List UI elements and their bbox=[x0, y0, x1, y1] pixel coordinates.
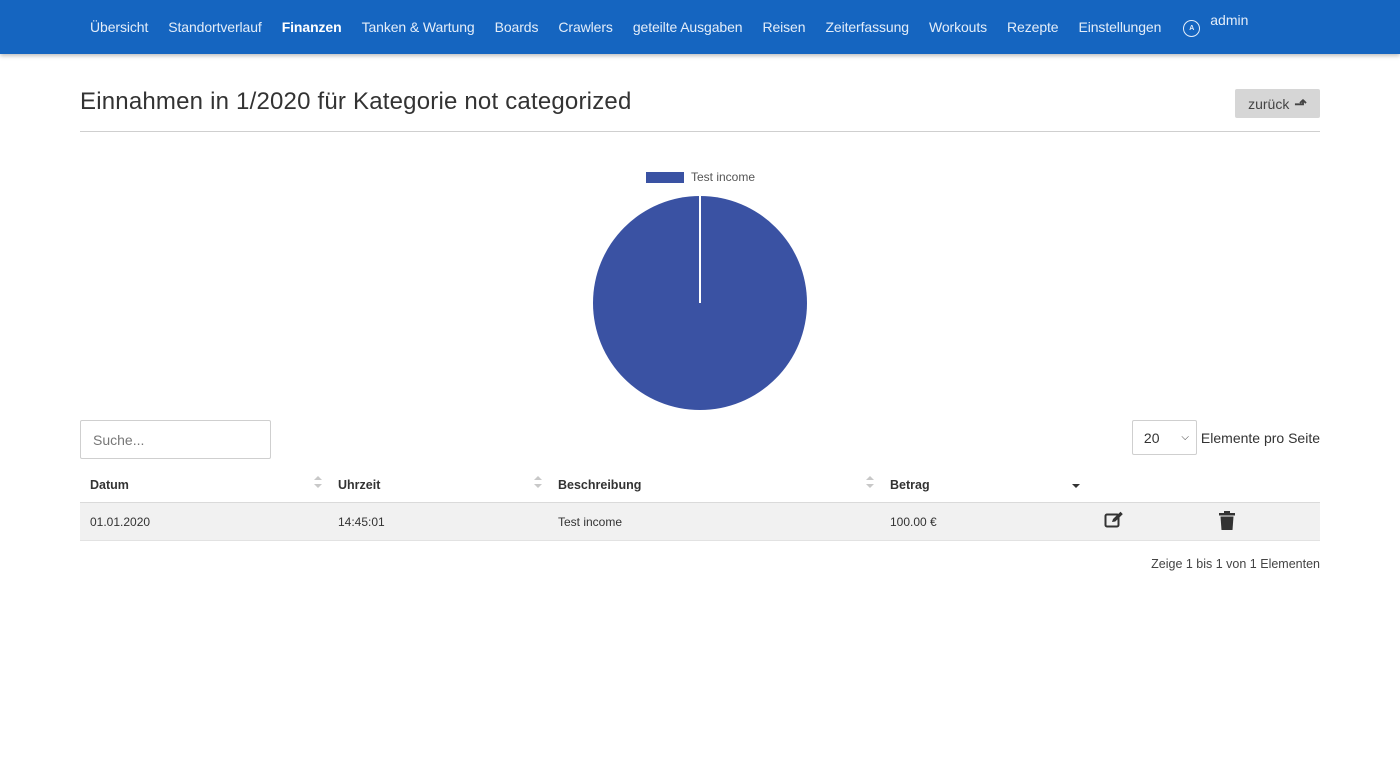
nav-item-uebersicht[interactable]: Übersicht bbox=[80, 19, 158, 35]
cell-beschreibung: Test income bbox=[548, 502, 880, 541]
title-divider bbox=[80, 131, 1320, 132]
nav-item-boards[interactable]: Boards bbox=[485, 19, 549, 35]
nav-item-zeiterfassung[interactable]: Zeiterfassung bbox=[815, 19, 919, 35]
nav-item-tanken-wartung[interactable]: Tanken & Wartung bbox=[352, 19, 485, 35]
page-size-select[interactable]: 20 ⌵ bbox=[1131, 420, 1197, 455]
table-header-row: Datum Uhrzeit Beschreibung Betrag bbox=[80, 467, 1320, 503]
edit-icon[interactable] bbox=[1104, 511, 1124, 532]
nav-item-workouts[interactable]: Workouts bbox=[919, 19, 997, 35]
income-table: Datum Uhrzeit Beschreibung Betrag 01.01.… bbox=[80, 467, 1320, 541]
column-header-uhrzeit[interactable]: Uhrzeit bbox=[328, 467, 548, 503]
column-header-label: Uhrzeit bbox=[338, 477, 381, 492]
pie-chart-svg bbox=[593, 196, 807, 410]
user-menu[interactable]: A admin bbox=[1171, 12, 1248, 37]
top-navbar: Übersicht Standortverlauf Finanzen Tanke… bbox=[0, 0, 1400, 54]
column-header-label: Betrag bbox=[890, 477, 930, 492]
nav-item-einstellungen[interactable]: Einstellungen bbox=[1069, 19, 1172, 35]
cell-betrag: 100.00 € bbox=[880, 502, 1086, 541]
column-header-beschreibung[interactable]: Beschreibung bbox=[548, 467, 880, 503]
nav-item-reisen[interactable]: Reisen bbox=[752, 19, 815, 35]
nav-item-rezepte[interactable]: Rezepte bbox=[997, 19, 1068, 35]
income-chart: Test income bbox=[580, 160, 820, 420]
chart-legend[interactable]: Test income bbox=[646, 170, 755, 184]
page-size-value: 20 bbox=[1143, 429, 1160, 446]
nav-item-crawlers[interactable]: Crawlers bbox=[548, 19, 622, 35]
column-header-delete bbox=[1203, 467, 1320, 503]
back-button[interactable]: zurück ⬏ bbox=[1235, 89, 1320, 118]
user-circle-icon: A bbox=[1183, 19, 1201, 37]
nav-item-standortverlauf[interactable]: Standortverlauf bbox=[158, 19, 271, 35]
page-title: Einnahmen in 1/2020 für Kategorie not ca… bbox=[80, 88, 632, 115]
sort-desc-icon bbox=[1072, 476, 1080, 492]
search-input[interactable] bbox=[80, 420, 271, 459]
sort-icon bbox=[534, 476, 542, 492]
user-name: admin bbox=[1210, 11, 1249, 28]
back-button-label: zurück bbox=[1248, 95, 1290, 112]
nav-item-finanzen[interactable]: Finanzen bbox=[272, 19, 352, 35]
trash-icon[interactable] bbox=[1219, 510, 1235, 533]
column-header-datum[interactable]: Datum bbox=[80, 467, 328, 503]
arrow-up-icon: ⬏ bbox=[1294, 95, 1307, 113]
sort-icon bbox=[866, 476, 874, 492]
legend-swatch bbox=[646, 171, 684, 183]
column-header-betrag[interactable]: Betrag bbox=[880, 467, 1086, 503]
column-header-label: Datum bbox=[90, 477, 129, 492]
page-size-control: 20 ⌵ Elemente pro Seite bbox=[1131, 420, 1320, 455]
page-size-label: Elemente pro Seite bbox=[1200, 429, 1320, 446]
cell-edit bbox=[1086, 502, 1203, 541]
pagination-info: Zeige 1 bis 1 von 1 Elementen bbox=[1151, 557, 1320, 571]
cell-delete bbox=[1203, 502, 1320, 541]
main-nav: Übersicht Standortverlauf Finanzen Tanke… bbox=[80, 0, 1248, 54]
column-header-label: Beschreibung bbox=[558, 477, 642, 492]
nav-item-geteilte-ausgaben[interactable]: geteilte Ausgaben bbox=[623, 19, 753, 35]
sort-icon bbox=[314, 476, 322, 492]
legend-label: Test income bbox=[691, 170, 756, 184]
column-header-edit bbox=[1086, 467, 1203, 503]
cell-datum: 01.01.2020 bbox=[80, 502, 328, 541]
chevron-down-icon: ⌵ bbox=[1181, 432, 1189, 443]
table-row: 01.01.2020 14:45:01 Test income 100.00 € bbox=[80, 502, 1320, 541]
cell-uhrzeit: 14:45:01 bbox=[328, 502, 548, 541]
